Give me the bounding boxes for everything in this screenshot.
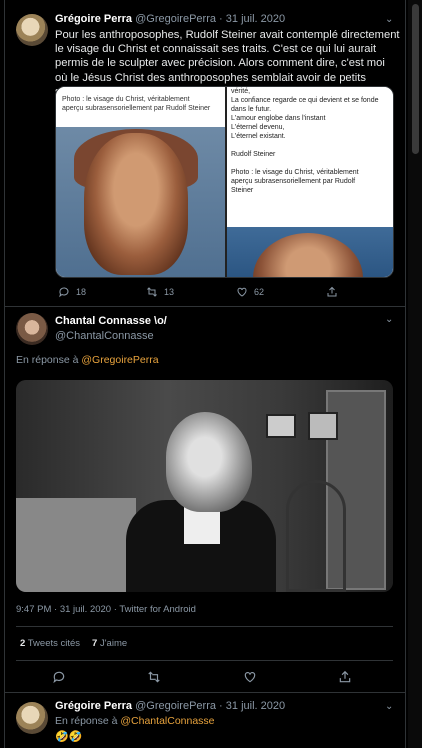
retweet-icon[interactable] bbox=[147, 670, 161, 684]
tweet-date[interactable]: 31 juil. 2020 bbox=[226, 700, 285, 712]
chevron-down-icon[interactable]: ⌄ bbox=[385, 701, 393, 712]
author-name[interactable]: Grégoire Perra bbox=[55, 700, 132, 712]
reply-icon bbox=[59, 287, 69, 298]
retweet-icon bbox=[147, 287, 157, 297]
author-name[interactable]: Grégoire Perra bbox=[55, 13, 132, 25]
divider bbox=[4, 306, 405, 307]
divider bbox=[16, 626, 393, 627]
share-icon[interactable] bbox=[338, 670, 352, 684]
tweet-date[interactable]: 31 juil. 2020 bbox=[60, 604, 111, 615]
avatar[interactable] bbox=[16, 14, 48, 46]
avatar[interactable] bbox=[16, 702, 48, 734]
media-caption: Photo : le visage du Christ, véritableme… bbox=[62, 96, 211, 112]
reply-icon[interactable] bbox=[52, 670, 66, 684]
tweet-stats: 2 Tweets cités 7 J'aime bbox=[20, 638, 127, 649]
separator: · bbox=[219, 13, 223, 25]
chevron-down-icon[interactable]: ⌄ bbox=[385, 14, 393, 25]
reply-to-link[interactable]: @GregoirePerra bbox=[81, 354, 158, 366]
author-handle[interactable]: @GregoirePerra bbox=[135, 13, 216, 25]
chevron-down-icon[interactable]: ⌄ bbox=[385, 314, 393, 325]
tweet-text: 🤣🤣 bbox=[55, 731, 83, 743]
avatar[interactable] bbox=[16, 313, 48, 345]
author-handle[interactable]: @GregoirePerra bbox=[135, 700, 216, 712]
tweet-source[interactable]: Twitter for Android bbox=[119, 604, 196, 615]
retweet-count: 13 bbox=[164, 287, 175, 297]
tweet-actions: 18 13 62 bbox=[58, 286, 338, 298]
likes-link[interactable]: 7 J'aime bbox=[92, 638, 127, 649]
tweet-header: Chantal Connasse \o/ @ChantalConnasse bbox=[55, 315, 167, 342]
share-icon bbox=[327, 286, 337, 297]
scrollbar-thumb[interactable] bbox=[412, 4, 419, 154]
tweet-date[interactable]: 31 juil. 2020 bbox=[226, 13, 285, 25]
like-button[interactable]: 62 bbox=[236, 286, 326, 298]
media-image-right[interactable]: vérité, La confiance regarde ce qui devi… bbox=[224, 87, 393, 277]
media-poem-text: vérité, La confiance regarde ce qui devi… bbox=[230, 88, 379, 194]
sculpture-image bbox=[226, 227, 393, 277]
sculpture-image bbox=[56, 127, 226, 277]
tweet-time[interactable]: 9:47 PM bbox=[16, 604, 51, 615]
heart-icon[interactable] bbox=[243, 670, 257, 684]
tweet-media[interactable]: Photo : le visage du Christ, véritableme… bbox=[55, 86, 394, 278]
tweet-actions bbox=[52, 670, 352, 684]
author-handle[interactable]: @ChantalConnasse bbox=[55, 330, 167, 342]
tweet-photo[interactable] bbox=[16, 380, 393, 592]
heart-icon bbox=[237, 287, 247, 297]
author-name[interactable]: Chantal Connasse \o/ bbox=[55, 315, 167, 327]
timeline-left-border bbox=[4, 0, 5, 748]
tweet-header: Grégoire Perra @GregoirePerra · 31 juil.… bbox=[55, 700, 286, 712]
scrollbar[interactable] bbox=[408, 0, 422, 748]
reply-context: En réponse à @GregoirePerra bbox=[16, 354, 159, 366]
quote-tweets-link[interactable]: 2 Tweets cités bbox=[20, 638, 80, 649]
divider bbox=[4, 692, 405, 693]
reply-prefix: En réponse à bbox=[55, 715, 118, 727]
retweet-button[interactable]: 13 bbox=[146, 286, 236, 298]
tweet-header: Grégoire Perra @GregoirePerra · 31 juil.… bbox=[55, 13, 285, 25]
media-image-left[interactable]: Photo : le visage du Christ, véritableme… bbox=[56, 87, 226, 277]
reply-prefix: En réponse à bbox=[16, 354, 79, 366]
reply-context: En réponse à @ChantalConnasse bbox=[55, 715, 215, 727]
reply-count: 18 bbox=[76, 287, 87, 297]
reply-to-link[interactable]: @ChantalConnasse bbox=[120, 715, 214, 727]
like-count: 62 bbox=[254, 287, 265, 297]
divider bbox=[16, 660, 393, 661]
reply-button[interactable]: 18 bbox=[58, 286, 146, 298]
tweet-metadata: 9:47 PM · 31 juil. 2020 · Twitter for An… bbox=[16, 604, 196, 615]
share-button[interactable] bbox=[326, 286, 338, 298]
timeline-right-border bbox=[405, 0, 406, 748]
